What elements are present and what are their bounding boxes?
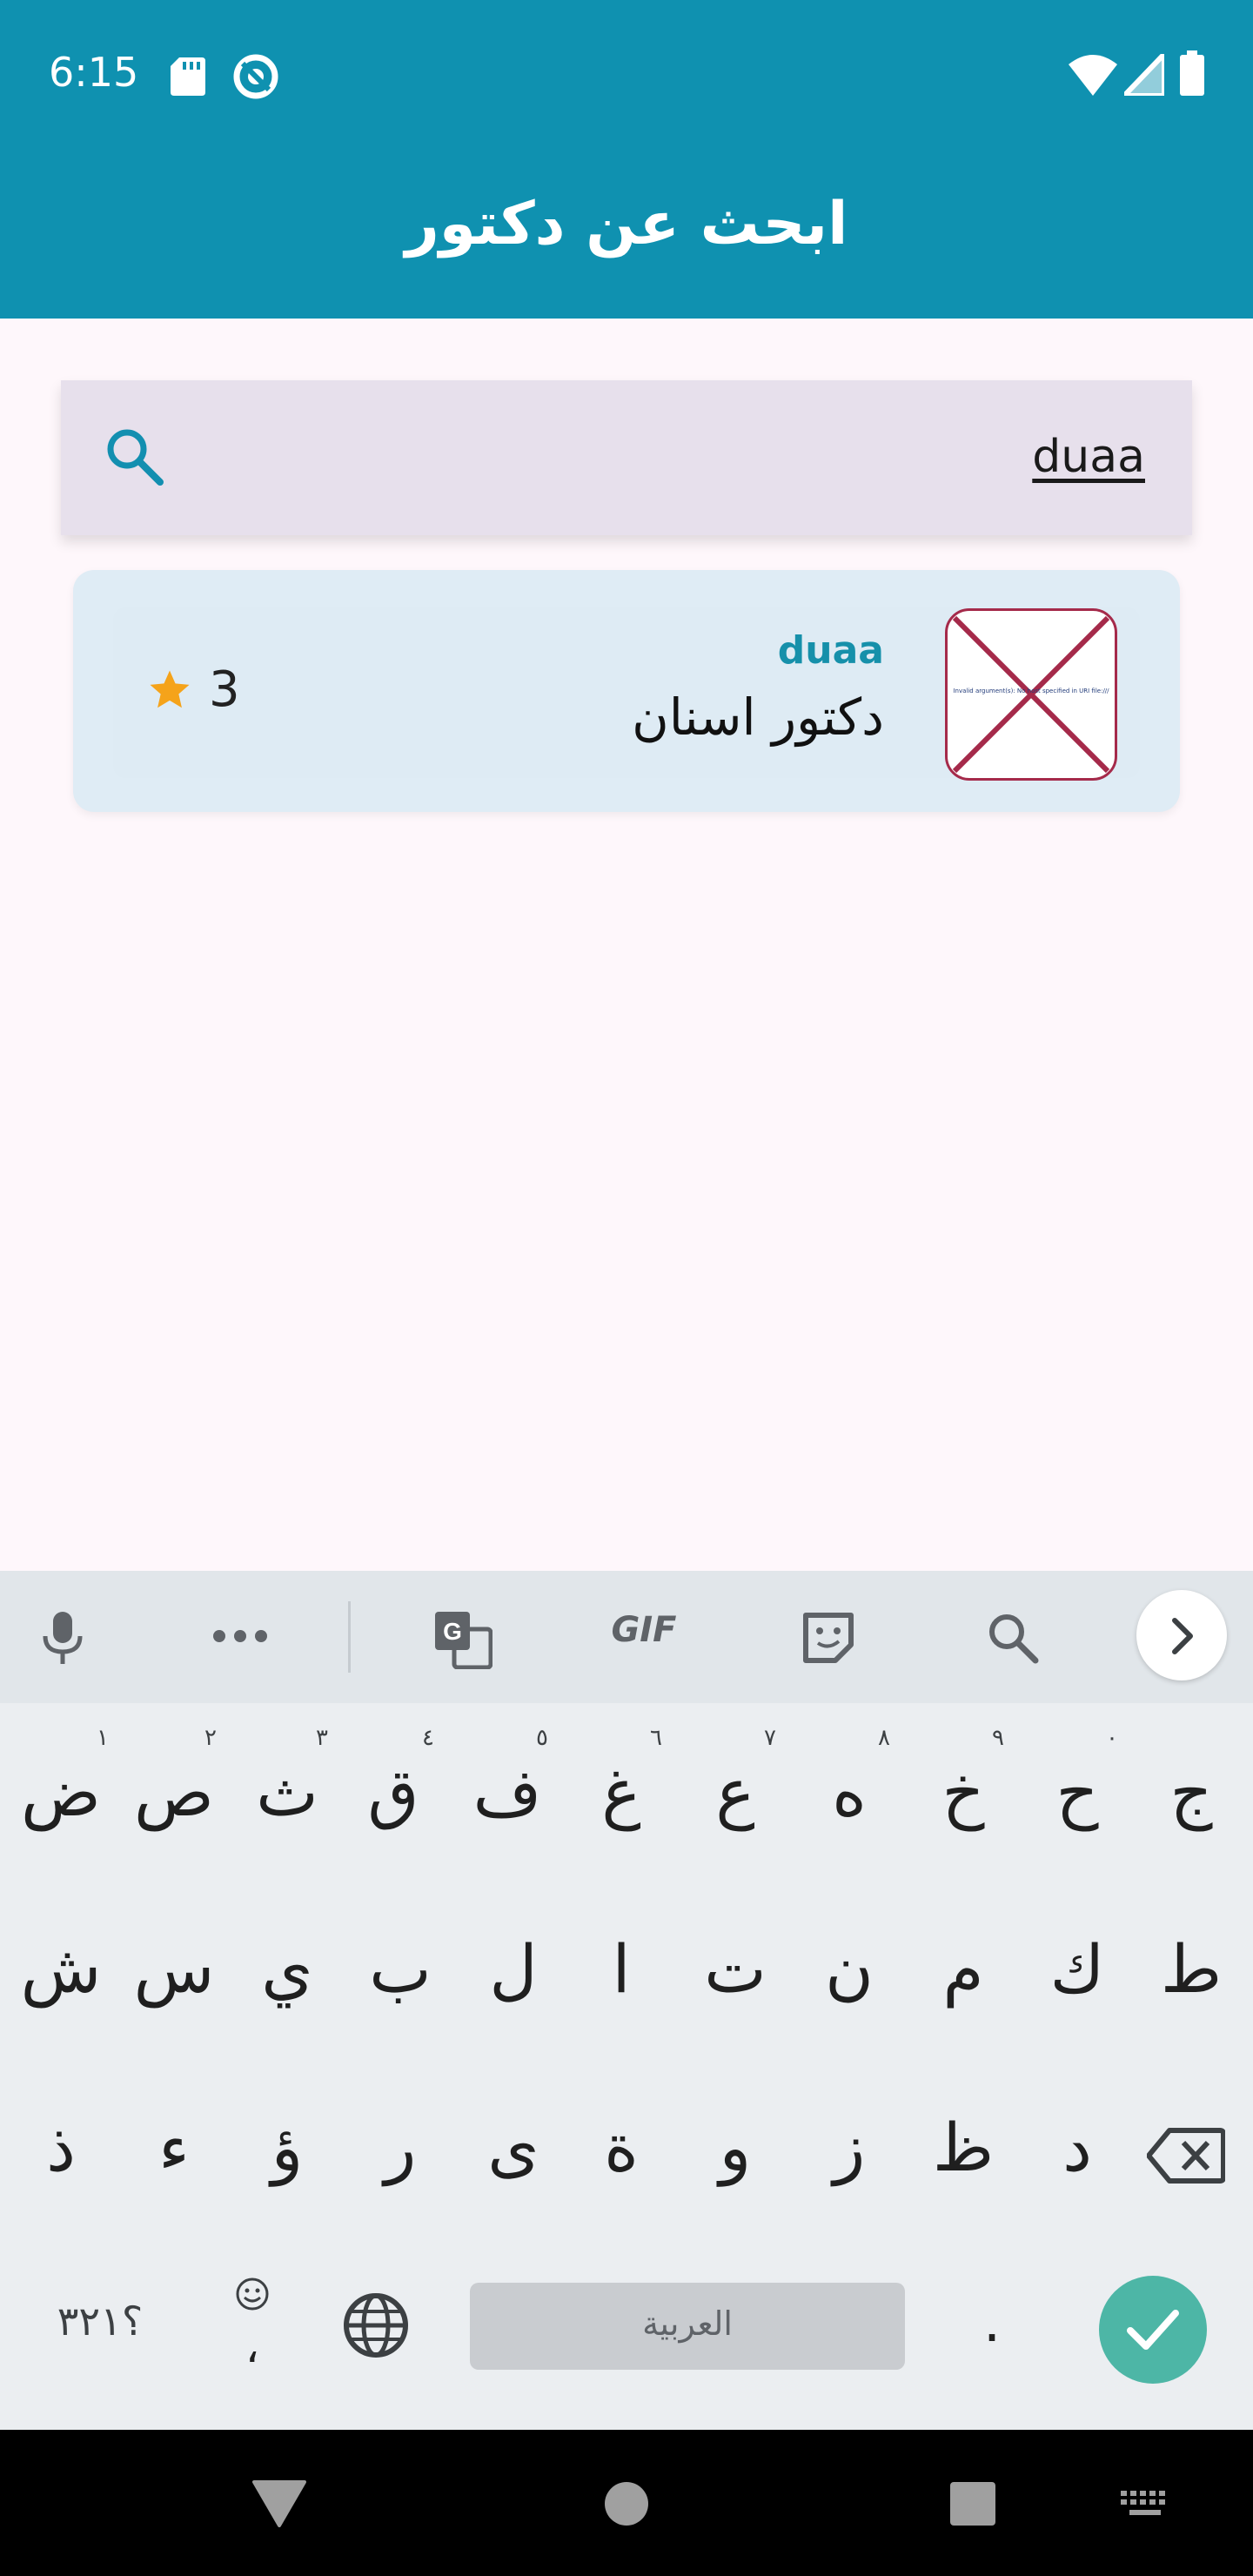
key-alef-maksura[interactable]: ى [461,2109,566,2186]
key-khah[interactable]: خ [911,1754,1015,1831]
keyboard-switch-icon[interactable] [1119,2489,1171,2520]
key-yeh[interactable]: ي [235,1930,339,2008]
sticker-icon[interactable] [801,1610,856,1666]
comma-key[interactable]: ، [218,2322,287,2372]
status-time: 6:15 [49,49,139,96]
key-hint-4: ٤ [422,1725,434,1751]
globe-icon[interactable] [341,2291,411,2360]
period-key[interactable]: . [957,2291,1027,2355]
key-hint-3: ٣ [316,1725,328,1751]
key-hint-0: ٠ [1106,1725,1118,1751]
key-teh-marbuta[interactable]: ة [569,2109,673,2186]
backspace-icon[interactable] [1147,2127,1225,2184]
key-ghain[interactable]: غ [569,1754,673,1831]
mic-icon[interactable] [38,1610,87,1666]
key-seen[interactable]: س [122,1930,226,2008]
key-theh[interactable]: ث [235,1754,339,1831]
key-hint-2: ٢ [204,1725,217,1751]
key-sad[interactable]: ص [122,1754,226,1831]
key-ain[interactable]: ع [683,1754,787,1831]
key-qaf[interactable]: ق [341,1754,446,1831]
key-hint-6: ٦ [650,1725,662,1751]
page-title: ابحث عن دكتور [405,190,848,258]
key-noon[interactable]: ن [797,1930,901,2008]
toolbar-divider [348,1601,351,1673]
numbers-key[interactable]: ؟٣٢١ [35,2298,165,2345]
search-icon[interactable] [104,426,165,487]
recents-icon[interactable] [949,2481,996,2526]
emoji-icon[interactable] [235,2277,270,2311]
back-icon[interactable] [252,2480,306,2527]
checkmark-icon [1127,2310,1179,2350]
key-hamza[interactable]: ء [122,2109,226,2186]
home-icon[interactable] [603,2480,650,2527]
key-hint-7: ٧ [764,1725,776,1751]
doctor-name: duaa [777,628,884,673]
data-saver-icon [233,54,278,99]
more-icon[interactable] [212,1627,268,1645]
wifi-icon [1069,55,1117,96]
key-sheen[interactable]: ش [9,1930,113,2008]
key-meem[interactable]: م [911,1930,1015,2008]
rating-value: 3 [209,661,240,718]
space-key-label: العربية [642,2304,733,2343]
key-dad[interactable]: ض [9,1754,113,1831]
key-hint-1: ١ [97,1725,109,1751]
key-feh[interactable]: ف [455,1754,559,1831]
key-jeem[interactable]: ج [1139,1754,1243,1831]
doctor-specialty: دكتور اسنان [632,688,884,747]
key-dal[interactable]: د [1025,2109,1129,2186]
key-zain[interactable]: ز [797,2109,901,2186]
chevron-right-icon [1172,1618,1193,1654]
svg-text:G: G [443,1618,462,1645]
key-hah[interactable]: ح [1025,1754,1129,1831]
key-alef[interactable]: ا [569,1930,673,2008]
key-thal[interactable]: ذ [9,2109,113,2186]
search-input[interactable]: duaa [870,431,1145,483]
gif-button[interactable]: GIF [600,1610,687,1650]
battery-icon [1180,50,1204,96]
image-error-text: Invalid argument(s): No host specified i… [953,688,1109,694]
key-waw[interactable]: و [683,2109,787,2186]
translate-icon[interactable]: G [433,1610,492,1669]
key-kaf[interactable]: ك [1025,1930,1129,2008]
keyboard-search-icon[interactable] [985,1610,1041,1666]
cell-signal-icon [1124,54,1164,96]
key-hint-5: ٥ [536,1725,548,1751]
key-beh[interactable]: ب [348,1930,452,2008]
key-reh[interactable]: ر [348,2109,452,2186]
key-hint-8: ٨ [878,1725,890,1751]
key-zah[interactable]: ظ [911,2109,1015,2186]
sd-card-icon [171,57,205,96]
key-tah[interactable]: ط [1139,1930,1243,2008]
key-hint-9: ٩ [992,1725,1004,1751]
key-lam[interactable]: ل [461,1930,566,2008]
key-teh[interactable]: ت [683,1930,787,2008]
broken-image-icon [952,615,1110,774]
key-heh[interactable]: ه [797,1754,901,1831]
star-icon [150,670,190,708]
key-waw-hamza[interactable]: ؤ [235,2109,339,2186]
doctor-photo: Invalid argument(s): No host specified i… [945,608,1117,781]
